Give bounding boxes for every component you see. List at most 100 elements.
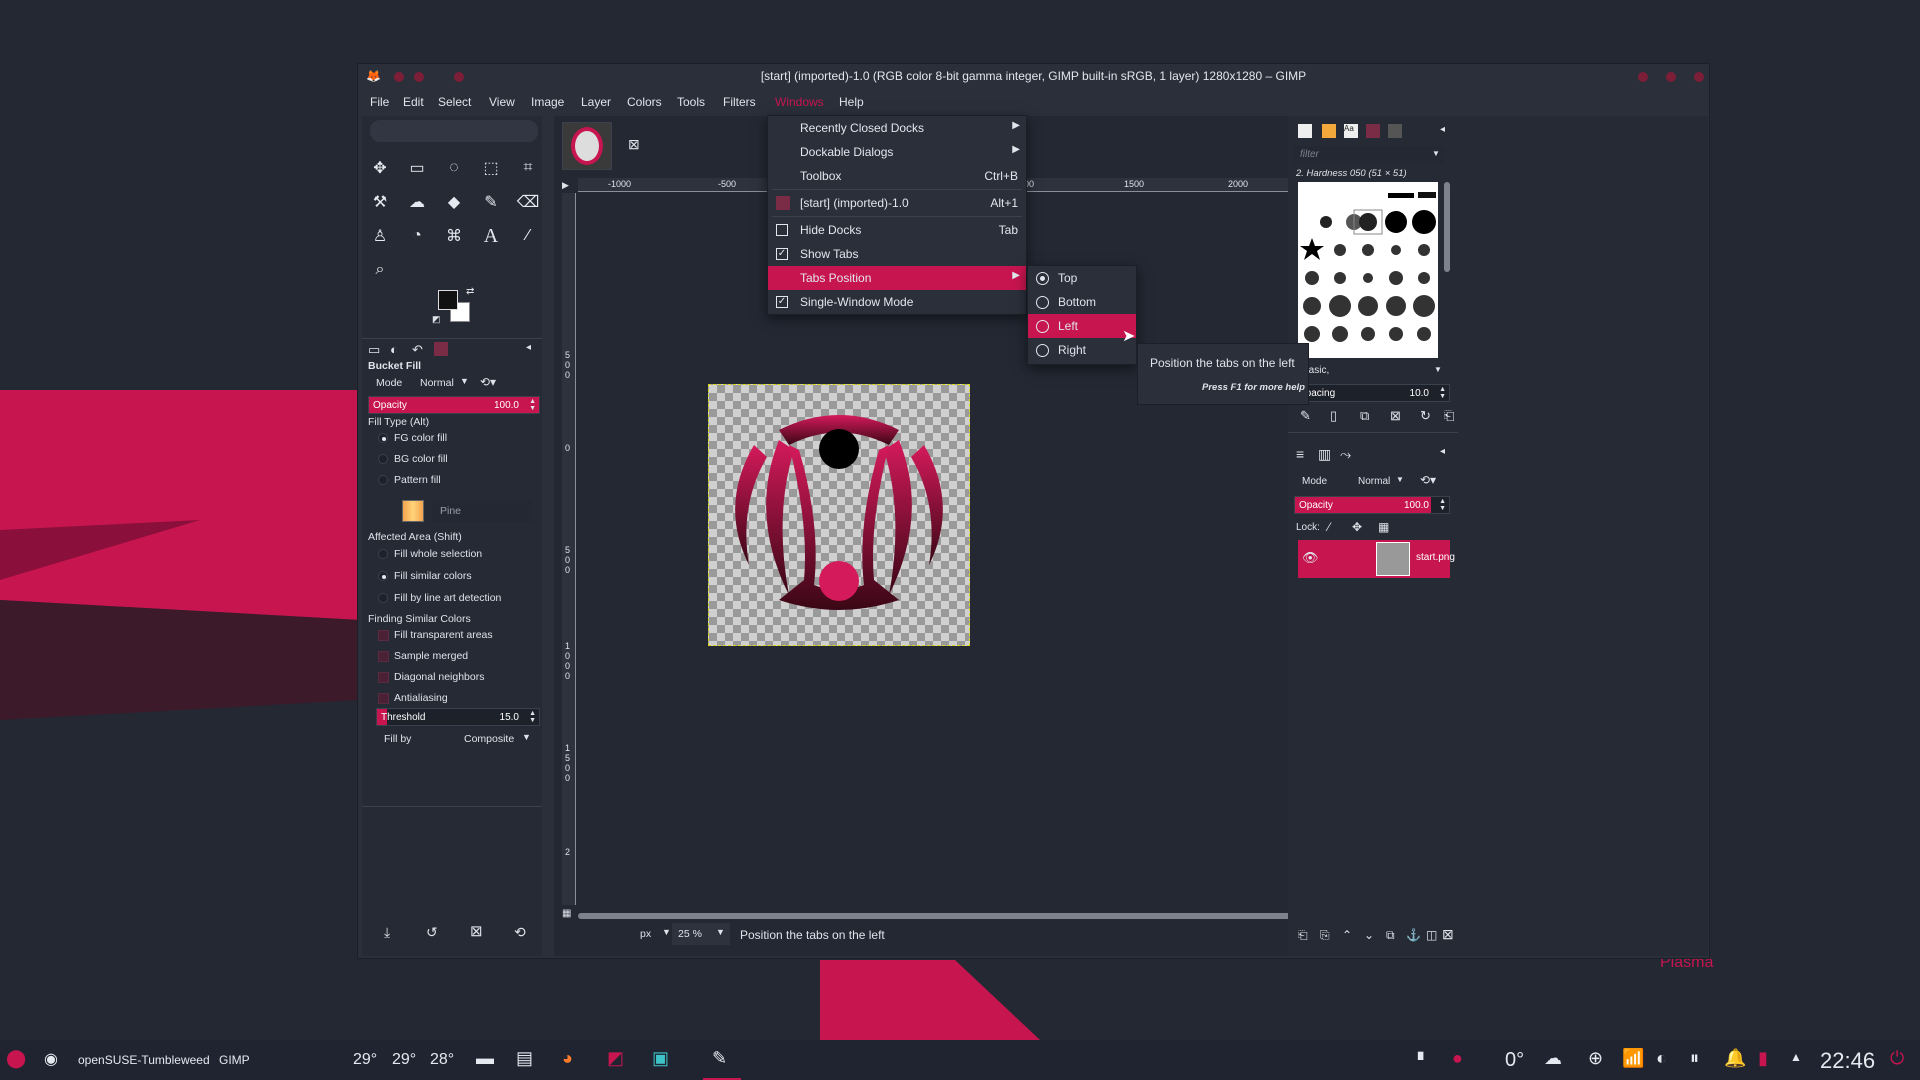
media-pause-icon[interactable]: ⏸ bbox=[1690, 1048, 1699, 1069]
mode-dropdown[interactable]: Normal ▼ bbox=[414, 373, 472, 391]
app-launcher-icon[interactable]: ⬤ bbox=[6, 1048, 26, 1069]
fill-lineart-radio[interactable] bbox=[378, 593, 388, 603]
refresh-brushes-icon[interactable]: ↻ bbox=[1420, 408, 1431, 424]
lasso-tool-icon[interactable]: ◌ bbox=[440, 154, 468, 182]
reset-mode-icon[interactable]: ⟲▾ bbox=[480, 375, 496, 389]
fill-by-dropdown[interactable]: Composite ▼ bbox=[458, 729, 534, 747]
menu-select[interactable]: Select bbox=[438, 95, 471, 109]
toggle-quickmask-icon[interactable]: ▦ bbox=[562, 908, 571, 919]
warp-tool-icon[interactable]: ⚒ bbox=[366, 188, 394, 216]
crop-tool-icon[interactable]: ⌗ bbox=[514, 154, 542, 182]
configure-tab-icon[interactable]: ◂ bbox=[526, 342, 531, 353]
horizontal-scrollbar[interactable] bbox=[578, 913, 1300, 919]
spacing-slider[interactable]: Spacing 10.0 ▲ ▼ bbox=[1294, 384, 1450, 402]
reset-layer-mode-icon[interactable]: ⟲▾ bbox=[1420, 473, 1436, 487]
firefox-icon[interactable]: ◕ bbox=[562, 1048, 573, 1069]
pattern-swatch[interactable] bbox=[402, 500, 424, 522]
tray-expand-icon[interactable]: ▲ bbox=[1790, 1050, 1802, 1064]
menu-item-recently-closed-docks[interactable]: Recently Closed Docks ▶ bbox=[768, 116, 1026, 140]
menu-windows[interactable]: Windows bbox=[775, 95, 824, 109]
virtual-desktop-icon[interactable]: ▬ bbox=[476, 1048, 494, 1069]
canvas-image[interactable] bbox=[708, 384, 970, 646]
clock[interactable]: 22:46 bbox=[1820, 1048, 1875, 1074]
submenu-item-left[interactable]: Left bbox=[1028, 314, 1136, 338]
menu-item-dockable-dialogs[interactable]: Dockable Dialogs ▶ bbox=[768, 140, 1026, 164]
menu-help[interactable]: Help bbox=[839, 95, 864, 109]
menu-item-image-window[interactable]: [start] (imported)-1.0 Alt+1 bbox=[768, 191, 1026, 215]
close-button[interactable] bbox=[1694, 72, 1704, 82]
reset-options-icon[interactable]: ⟲ bbox=[514, 924, 526, 941]
foreground-select-tool-icon[interactable]: ⬚ bbox=[477, 154, 505, 182]
delete-layer-icon[interactable]: ⊠ bbox=[1442, 926, 1454, 943]
brush-scrollbar[interactable] bbox=[1444, 182, 1450, 272]
menu-filters[interactable]: Filters bbox=[723, 95, 756, 109]
images-tab-icon[interactable] bbox=[434, 342, 448, 356]
activity-icon[interactable]: ◉ bbox=[44, 1049, 58, 1069]
new-brush-icon[interactable]: ▯ bbox=[1330, 408, 1337, 424]
raise-layer-icon[interactable]: ⌃ bbox=[1342, 928, 1352, 942]
default-colors-icon[interactable]: ◩ bbox=[432, 314, 441, 325]
tool-options-tab-icon[interactable]: ▭ bbox=[368, 342, 380, 358]
device-status-tab-icon[interactable]: ◐ bbox=[390, 342, 398, 357]
menu-item-toolbox[interactable]: Toolbox Ctrl+B bbox=[768, 164, 1026, 188]
image-viewer-icon[interactable]: ▣ bbox=[652, 1048, 669, 1069]
zoom-tool-icon[interactable]: ⌕ bbox=[366, 256, 394, 284]
document-history-tab-icon[interactable] bbox=[1388, 124, 1402, 138]
clone-tool-icon[interactable]: ♙ bbox=[366, 222, 394, 250]
battery-icon[interactable]: ▮ bbox=[1758, 1048, 1768, 1069]
fill-similar-radio[interactable] bbox=[378, 571, 388, 581]
zoom-dropdown[interactable]: 25 % ▼ bbox=[672, 923, 730, 945]
screenshot-tool-icon[interactable]: ◩ bbox=[607, 1048, 624, 1069]
close-image-tab-icon[interactable]: ⊠ bbox=[628, 136, 640, 153]
maximize-button[interactable] bbox=[1666, 72, 1676, 82]
sample-merged-checkbox[interactable] bbox=[378, 651, 389, 662]
bucket-fill-tool-icon[interactable]: ◆ bbox=[440, 188, 468, 216]
user-icon[interactable]: ● bbox=[1452, 1048, 1463, 1069]
menu-view[interactable]: View bbox=[489, 95, 515, 109]
move-tool-icon[interactable]: ✥ bbox=[366, 154, 394, 182]
fg-fill-radio[interactable] bbox=[378, 433, 388, 443]
image-tab-thumbnail[interactable] bbox=[562, 122, 612, 170]
paintbrush-tool-icon[interactable]: ✎ bbox=[477, 188, 505, 216]
spin-icon[interactable]: ▲ ▼ bbox=[1439, 498, 1446, 512]
delete-brush-icon[interactable]: ⊠ bbox=[1390, 408, 1401, 424]
brush-preset-dropdown[interactable]: Basic, ▼ bbox=[1294, 362, 1450, 380]
open-brush-folder-icon[interactable]: ⎗ bbox=[1444, 408, 1454, 424]
restore-options-icon[interactable]: ↺ bbox=[426, 924, 438, 941]
menu-colors[interactable]: Colors bbox=[627, 95, 662, 109]
gimp-task-icon[interactable]: ✎ bbox=[712, 1048, 727, 1069]
menu-edit[interactable]: Edit bbox=[403, 95, 424, 109]
layer-opacity-slider[interactable]: Opacity 100.0 ▲ ▼ bbox=[1294, 496, 1450, 514]
bg-fill-radio[interactable] bbox=[378, 454, 388, 464]
duplicate-layer-icon[interactable]: ⧉ bbox=[1386, 928, 1395, 943]
submenu-item-bottom[interactable]: Bottom bbox=[1028, 290, 1136, 314]
diagonal-checkbox[interactable] bbox=[378, 672, 389, 683]
edit-brush-icon[interactable]: ✎ bbox=[1300, 408, 1311, 424]
dodge-tool-icon[interactable]: ◔ bbox=[403, 222, 431, 250]
anchor-layer-icon[interactable]: ⚓ bbox=[1406, 928, 1421, 942]
notifications-icon[interactable]: 🔔 bbox=[1724, 1048, 1746, 1069]
antialiasing-checkbox[interactable] bbox=[378, 693, 389, 704]
new-layer-group-icon[interactable]: ⎘ bbox=[1320, 928, 1330, 943]
opacity-slider[interactable]: Opacity 100.0 ▲ ▼ bbox=[368, 396, 540, 414]
window-list-icon[interactable]: ▤ bbox=[516, 1048, 533, 1069]
menu-item-tabs-position[interactable]: Tabs Position ▶ bbox=[768, 266, 1026, 290]
quickmask-menu-icon[interactable]: ▶ bbox=[562, 180, 569, 191]
path-tool-icon[interactable]: ⌘ bbox=[440, 222, 468, 250]
updates-icon[interactable]: ⊕ bbox=[1588, 1048, 1603, 1069]
eraser-tool-icon[interactable]: ⌫ bbox=[514, 188, 542, 216]
fill-whole-radio[interactable] bbox=[378, 549, 388, 559]
spin-icon[interactable]: ▲ ▼ bbox=[529, 398, 536, 412]
lock-pixels-icon[interactable]: ⁄ bbox=[1328, 520, 1330, 534]
text-tool-icon[interactable]: A bbox=[477, 222, 505, 250]
new-layer-icon[interactable]: ⎗ bbox=[1298, 928, 1308, 943]
threshold-slider[interactable]: Threshold 15.0 ▲ ▼ bbox=[376, 708, 540, 726]
brush-filter-field[interactable]: filter ▼ bbox=[1294, 146, 1444, 164]
submenu-item-top[interactable]: Top bbox=[1028, 266, 1136, 290]
color-picker-tool-icon[interactable]: ⁄ bbox=[514, 222, 542, 250]
menu-image[interactable]: Image bbox=[531, 95, 564, 109]
fill-transparent-checkbox[interactable] bbox=[378, 630, 389, 641]
menu-layer[interactable]: Layer bbox=[581, 95, 611, 109]
lock-alpha-icon[interactable]: ▦ bbox=[1378, 520, 1389, 534]
duplicate-brush-icon[interactable]: ⧉ bbox=[1360, 408, 1369, 424]
